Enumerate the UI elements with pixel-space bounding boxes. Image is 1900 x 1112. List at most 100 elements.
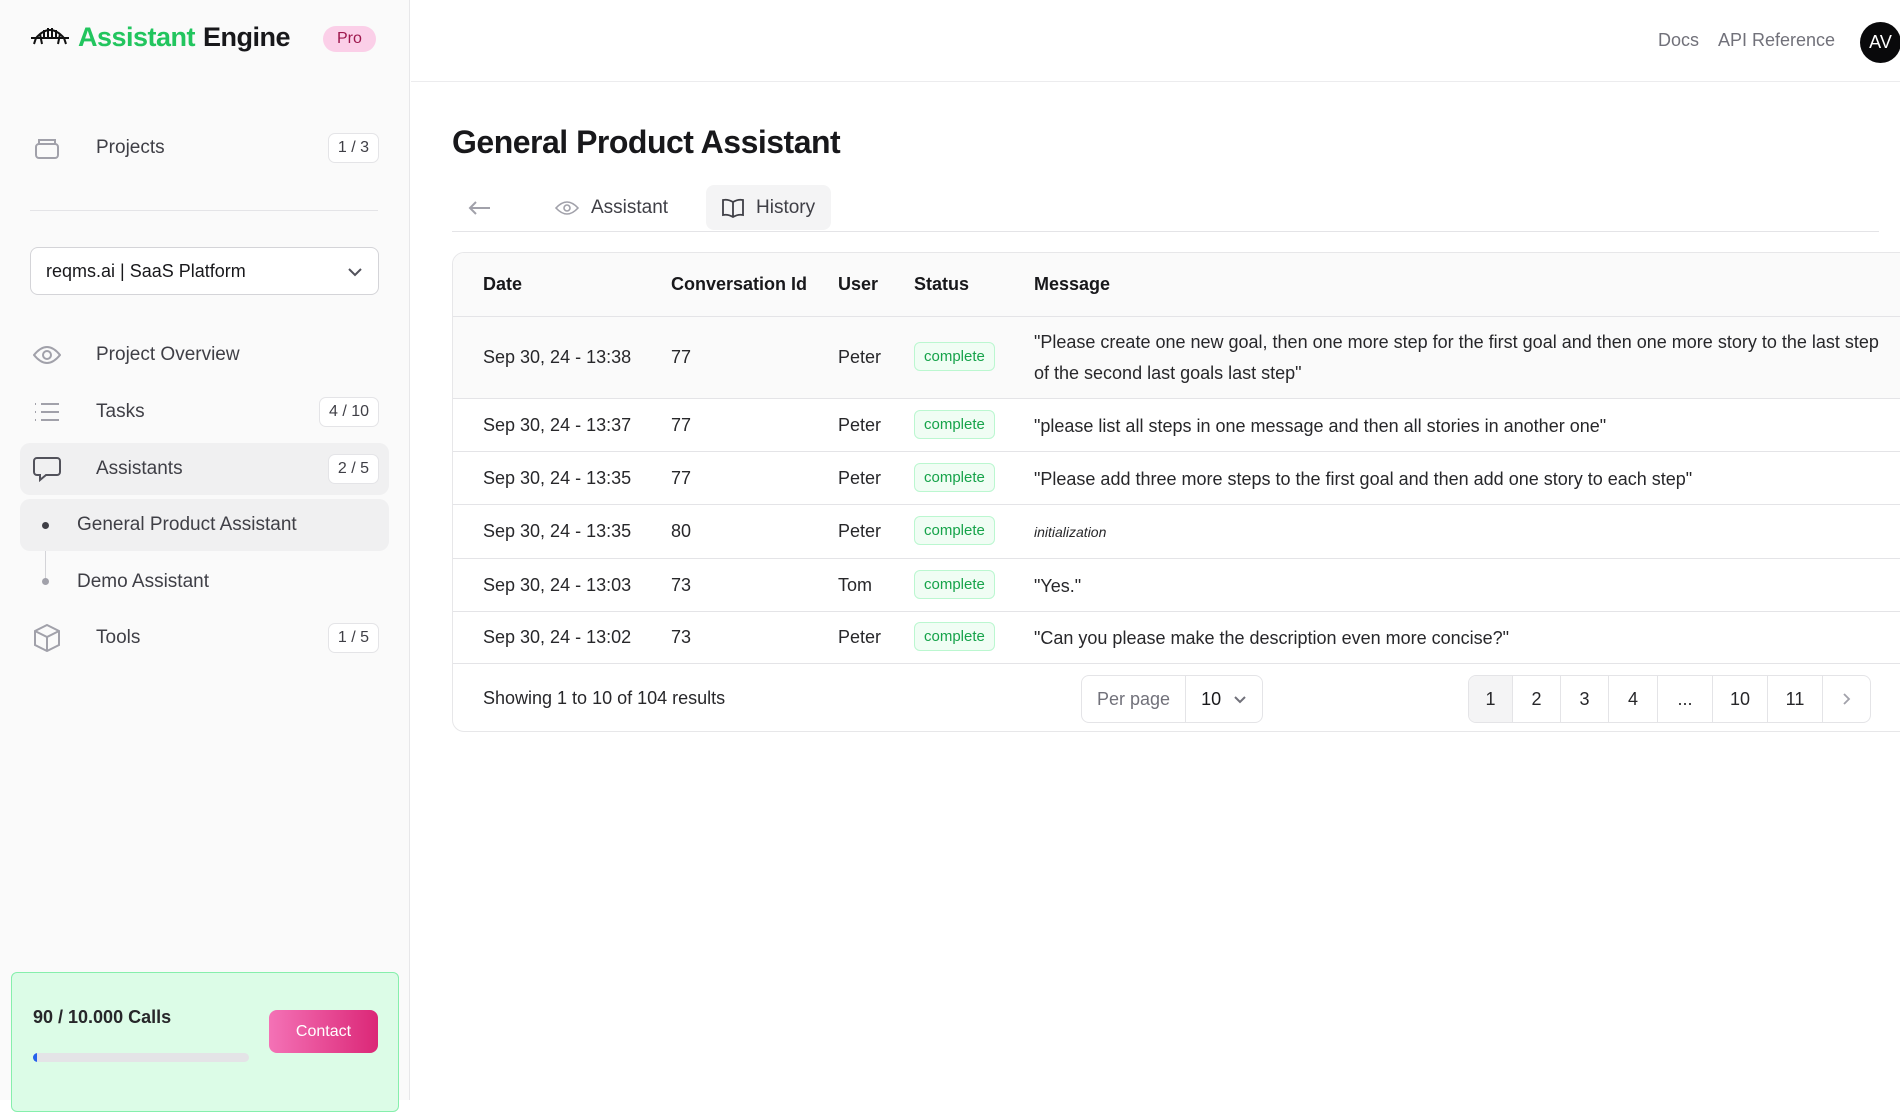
cell-user: Peter (838, 347, 882, 367)
page-button[interactable]: 11 (1768, 676, 1823, 722)
eye-icon (555, 200, 579, 215)
page-button: ... (1658, 676, 1713, 722)
tree-dot-icon (42, 578, 49, 585)
cell-conversation-id: 73 (671, 627, 692, 647)
page-button[interactable]: 1 (1469, 676, 1513, 722)
list-icon (32, 402, 62, 422)
page-button[interactable]: 4 (1609, 676, 1658, 722)
column-header-date: Date (483, 274, 523, 294)
cell-date: Sep 30, 24 - 13:35 (483, 467, 632, 488)
brand-name: Engine (203, 22, 291, 52)
tab-label: History (756, 196, 816, 218)
cell-date: Sep 30, 24 - 13:35 (483, 521, 632, 541)
cell-conversation-id: 77 (671, 347, 692, 367)
tab-bar: Assistant History (452, 185, 1879, 232)
cell-message: initialization (1034, 524, 1107, 540)
plan-badge: Pro (323, 26, 376, 52)
sidebar-item-label: Projects (96, 137, 165, 158)
status-badge: complete (914, 462, 995, 492)
per-page-label: Per page (1082, 676, 1187, 722)
sidebar-item-label: Project Overview (96, 344, 240, 365)
sidebar-subitem-general-product-assistant[interactable]: General Product Assistant (20, 499, 389, 551)
per-page-select[interactable]: Per page 10 (1081, 675, 1264, 723)
pagination: 1 2 3 4... 10 11 (1468, 675, 1871, 723)
cell-message: "Yes." (1034, 575, 1082, 596)
next-page-button[interactable] (1823, 676, 1870, 722)
sidebar-item-project-overview[interactable]: Project Overview (20, 329, 389, 381)
folder-stack-icon (32, 136, 62, 160)
table-row[interactable]: Sep 30, 24 - 13:35 80 Peter complete ini… (453, 505, 1900, 559)
arrow-left-icon (468, 200, 490, 215)
cell-user: Peter (838, 414, 882, 435)
table-row[interactable]: Sep 30, 24 - 13:37 77 Peter complete "pl… (453, 399, 1900, 452)
cell-conversation-id: 77 (671, 467, 692, 488)
table-row[interactable]: Sep 30, 24 - 13:02 73 Peter complete "Ca… (453, 612, 1900, 664)
sidebar-item-projects[interactable]: Projects 1 / 3 (20, 122, 389, 174)
cube-icon (32, 624, 62, 652)
api-reference-link[interactable]: API Reference (1718, 30, 1835, 51)
column-header-conversation-id: Conversation Id (671, 274, 808, 294)
bridge-logo-icon (30, 22, 70, 53)
usage-progress-fill (33, 1053, 38, 1062)
chevron-down-icon (1234, 695, 1246, 703)
avatar[interactable]: AV (1860, 22, 1900, 63)
cell-user: Peter (838, 467, 882, 488)
column-header-user: User (838, 274, 879, 294)
tree-dot-icon (42, 522, 49, 529)
sidebar-item-label: General Product Assistant (77, 514, 297, 535)
page-title: General Product Assistant (452, 124, 841, 160)
cell-user: Peter (838, 627, 882, 647)
column-header-message: Message (1034, 274, 1111, 294)
table-row[interactable]: Sep 30, 24 - 13:35 77 Peter complete "Pl… (453, 452, 1900, 505)
contact-button[interactable]: Contact (269, 1010, 378, 1053)
table-row[interactable]: Sep 30, 24 - 13:03 73 Tom complete "Yes.… (453, 559, 1900, 612)
cell-conversation-id: 77 (671, 414, 692, 435)
cell-date: Sep 30, 24 - 13:02 (483, 627, 632, 647)
sidebar-item-label: Demo Assistant (77, 571, 209, 592)
page-button[interactable]: 3 (1561, 676, 1609, 722)
project-select-value: reqms.ai | SaaS Platform (46, 260, 246, 281)
sidebar-item-tools[interactable]: Tools 1 / 5 (20, 612, 389, 664)
tab-assistant[interactable]: Assistant (539, 185, 684, 230)
status-badge: complete (914, 516, 995, 545)
status-badge: complete (914, 342, 995, 371)
docs-link[interactable]: Docs (1658, 30, 1699, 51)
sidebar-item-label: Assistants (96, 458, 183, 479)
sidebar-item-assistants[interactable]: Assistants 2 / 5 (20, 443, 389, 495)
cell-conversation-id: 80 (671, 521, 692, 541)
chevron-right-icon (1843, 693, 1851, 705)
assistants-count-badge: 2 / 5 (327, 454, 379, 484)
back-button[interactable] (452, 185, 508, 230)
tools-count-badge: 1 / 5 (327, 623, 379, 653)
usage-progress-bar (33, 1053, 249, 1062)
project-select[interactable]: reqms.ai | SaaS Platform (30, 247, 379, 295)
cell-message: "please list all steps in one message an… (1034, 415, 1607, 436)
chat-bubble-icon (32, 456, 62, 482)
cell-message: "Please add three more steps to the firs… (1034, 468, 1693, 489)
cell-date: Sep 30, 24 - 13:37 (483, 414, 632, 435)
sidebar-item-tasks[interactable]: Tasks 4 / 10 (20, 386, 389, 438)
sidebar-subitem-demo-assistant[interactable]: Demo Assistant (20, 556, 389, 608)
status-badge: complete (914, 622, 995, 651)
chevron-down-icon (347, 261, 363, 282)
status-badge: complete (914, 409, 995, 439)
usage-label: 90 / 10.000 Calls (33, 1007, 172, 1027)
table-row[interactable]: Sep 30, 24 - 13:38 77 Peter complete "Pl… (453, 317, 1900, 399)
cell-message: "Can you please make the description eve… (1034, 628, 1510, 648)
sidebar: Assistant Engine Pro Projects 1 / 3 reqm… (0, 0, 410, 1112)
tasks-count-badge: 4 / 10 (318, 397, 379, 427)
usage-card: 90 / 10.000 Calls Contact (11, 972, 399, 1112)
page-button[interactable]: 2 (1513, 676, 1561, 722)
logo[interactable]: Assistant Engine (30, 22, 291, 53)
status-badge: complete (914, 569, 995, 599)
eye-icon (32, 345, 62, 365)
tab-label: Assistant (591, 196, 669, 218)
per-page-value: 10 (1201, 688, 1222, 709)
history-table: Date Conversation Id User Status Message… (452, 252, 1900, 732)
cell-conversation-id: 73 (671, 574, 692, 595)
page-button[interactable]: 10 (1713, 676, 1768, 722)
tab-history[interactable]: History (706, 185, 832, 230)
column-header-status: Status (914, 274, 970, 294)
cell-date: Sep 30, 24 - 13:38 (483, 347, 632, 367)
sidebar-item-label: Tools (96, 627, 141, 648)
